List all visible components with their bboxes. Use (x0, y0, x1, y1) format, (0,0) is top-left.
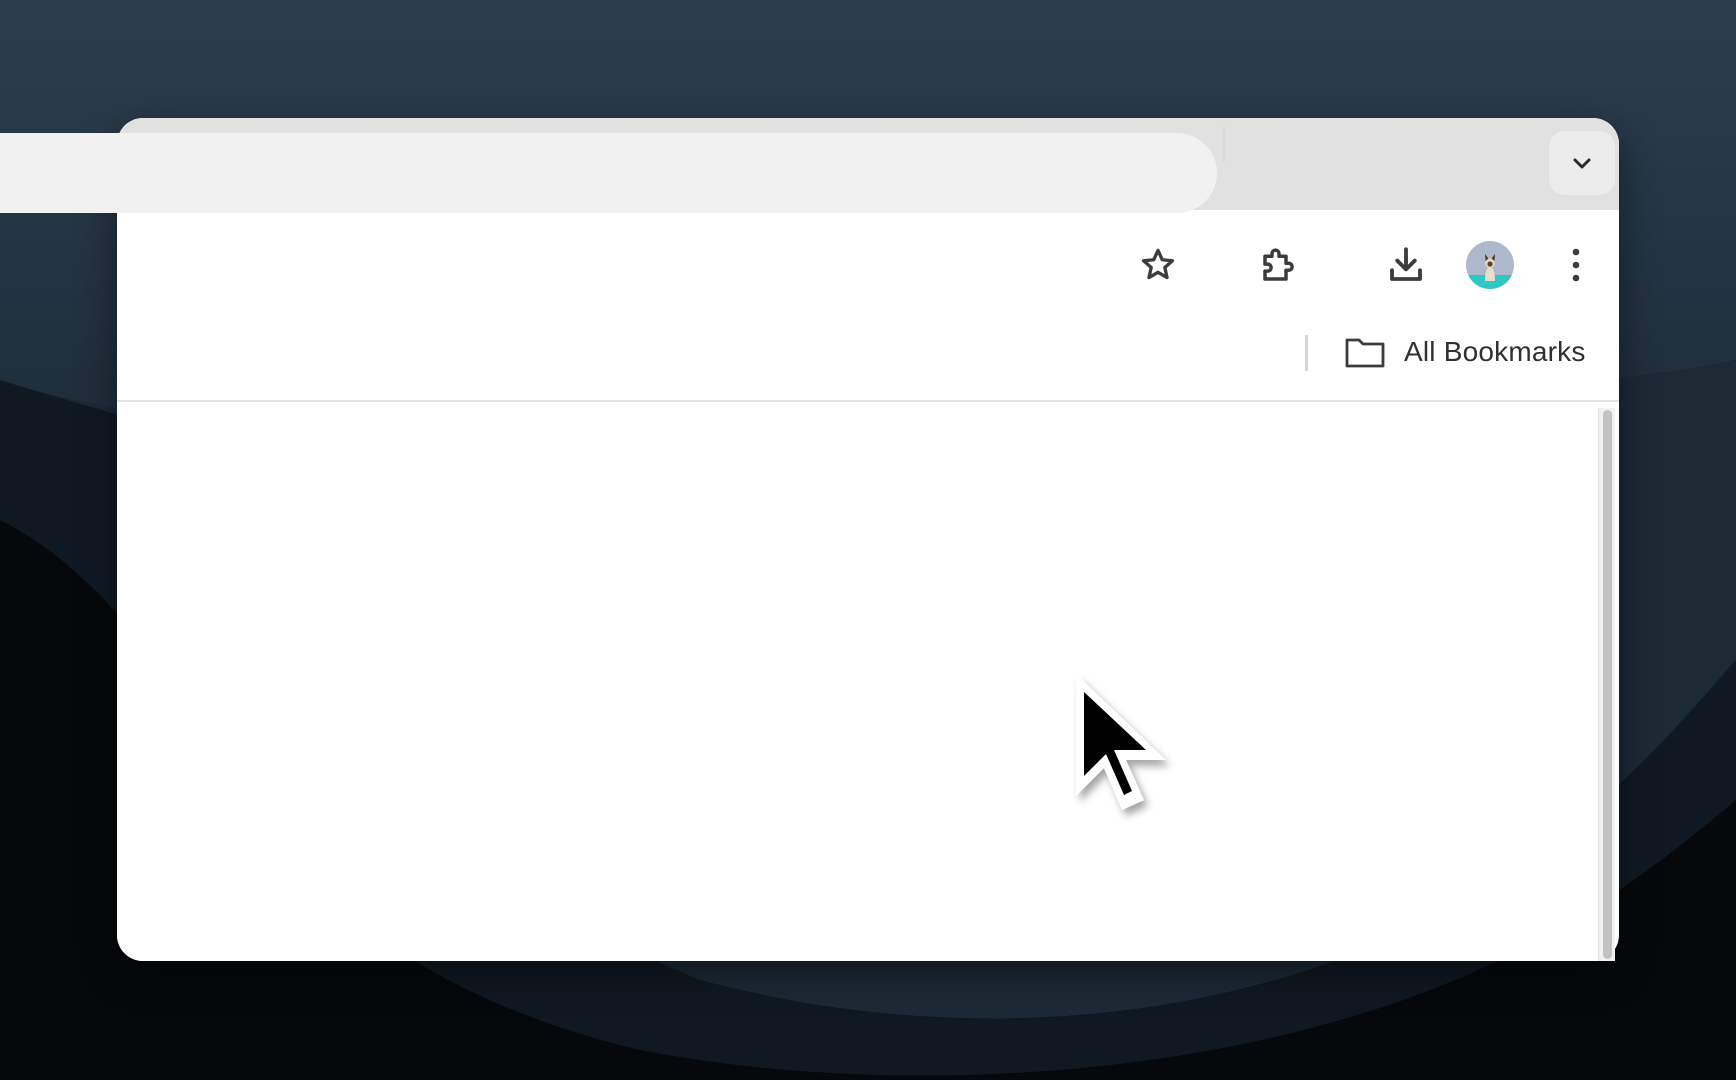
all-bookmarks-label: All Bookmarks (1404, 336, 1586, 367)
page-content (117, 402, 1602, 961)
puzzle-piece-icon (1263, 248, 1294, 281)
mouse-pointer-icon (1076, 674, 1166, 810)
bookmark-star-button[interactable] (1132, 239, 1184, 291)
browser-menu-button[interactable] (1550, 239, 1602, 291)
more-vertical-icon (1572, 248, 1580, 282)
scrollbar[interactable] (1598, 408, 1615, 961)
avatar[interactable] (1466, 241, 1514, 289)
profile-photo-icon (1466, 241, 1514, 289)
star-outline-icon (1141, 248, 1175, 280)
extensions-button[interactable] (1253, 239, 1305, 291)
address-bar[interactable] (0, 133, 1217, 213)
scrollbar-thumb[interactable] (1603, 410, 1612, 959)
tab-search-button[interactable] (1549, 131, 1615, 195)
folder-icon (1345, 338, 1385, 368)
chevron-down-icon (1573, 158, 1591, 169)
all-bookmarks-button[interactable]: All Bookmarks (1344, 327, 1586, 377)
bookmarks-divider (1305, 335, 1308, 371)
toolbar-divider (1223, 126, 1225, 162)
downloads-button[interactable] (1380, 239, 1432, 291)
download-icon (1390, 247, 1422, 281)
